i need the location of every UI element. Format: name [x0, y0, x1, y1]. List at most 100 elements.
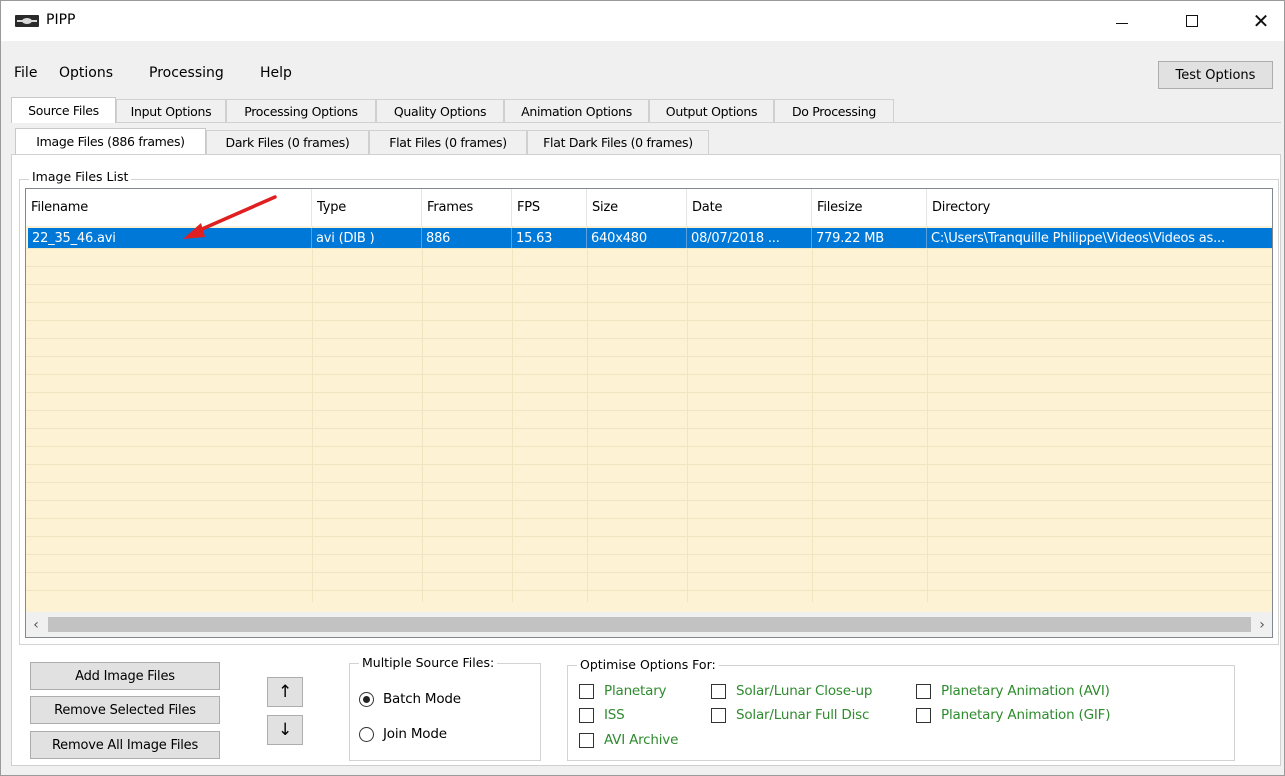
- column-size[interactable]: Size: [587, 189, 687, 226]
- test-options-button[interactable]: Test Options: [1158, 61, 1273, 89]
- row-gridline: [26, 464, 1272, 465]
- column-type[interactable]: Type: [312, 189, 422, 226]
- batch-mode-label: Batch Mode: [383, 691, 461, 707]
- move-up-button[interactable]: ↑: [267, 677, 303, 707]
- tab-image-files[interactable]: Image Files (886 frames): [15, 128, 206, 154]
- horizontal-scrollbar[interactable]: ‹ ›: [26, 612, 1272, 637]
- scroll-left-icon[interactable]: ‹: [26, 612, 46, 637]
- column-gridline: [422, 226, 423, 602]
- row-gridline: [26, 590, 1272, 591]
- maximize-button[interactable]: [1169, 1, 1215, 41]
- row-gridline: [26, 482, 1272, 483]
- planetary-checkbox[interactable]: Planetary: [579, 683, 667, 699]
- menu-processing[interactable]: Processing: [149, 65, 224, 81]
- row-gridline: [26, 554, 1272, 555]
- checkbox-icon: [579, 732, 594, 748]
- checkbox-icon: [916, 683, 931, 699]
- cell-directory: C:\Users\Tranquille Philippe\Videos\Vide…: [931, 230, 1225, 246]
- checkbox-icon: [711, 707, 726, 723]
- list-rows: [26, 226, 1272, 602]
- solar-lunar-full-disc-label: Solar/Lunar Full Disc: [736, 707, 870, 723]
- tab-do-processing[interactable]: Do Processing: [774, 99, 894, 123]
- close-button[interactable]: ✕: [1238, 1, 1284, 41]
- tab-quality-options[interactable]: Quality Options: [376, 99, 504, 123]
- menu-bar: File Options Processing Help: [1, 61, 1284, 89]
- tab-flat-dark-files[interactable]: Flat Dark Files (0 frames): [527, 130, 709, 154]
- iss-label: ISS: [604, 707, 625, 723]
- row-gridline: [26, 284, 1272, 285]
- menu-help[interactable]: Help: [260, 65, 292, 81]
- checkbox-icon: [579, 707, 594, 723]
- scrollbar-thumb[interactable]: [48, 617, 1251, 632]
- column-filesize[interactable]: Filesize: [812, 189, 927, 226]
- column-gridline: [687, 226, 688, 602]
- main-tab-row: Source Files Input Options Processing Op…: [11, 97, 1281, 123]
- row-gridline: [26, 410, 1272, 411]
- column-gridline: [512, 226, 513, 602]
- solar-lunar-closeup-checkbox[interactable]: Solar/Lunar Close-up: [711, 683, 872, 699]
- close-icon: ✕: [1252, 9, 1270, 33]
- tab-input-options[interactable]: Input Options: [116, 99, 226, 123]
- row-gridline: [26, 374, 1272, 375]
- cell-filesize: 779.22 MB: [812, 228, 927, 248]
- row-gridline: [26, 428, 1272, 429]
- image-files-listview[interactable]: Filename Type Frames FPS Size Date Files…: [25, 188, 1273, 638]
- tab-processing-options[interactable]: Processing Options: [226, 99, 376, 123]
- remove-selected-files-button[interactable]: Remove Selected Files: [30, 696, 220, 724]
- move-down-button[interactable]: ↓: [267, 715, 303, 745]
- title-bar[interactable]: PIPP ✕: [1, 1, 1284, 41]
- batch-mode-radio[interactable]: Batch Mode: [359, 691, 461, 707]
- cell-size: 640x480: [587, 228, 687, 248]
- row-gridline: [26, 320, 1272, 321]
- tab-animation-options[interactable]: Animation Options: [504, 99, 649, 123]
- tab-dark-files[interactable]: Dark Files (0 frames): [206, 130, 369, 154]
- planetary-animation-gif-label: Planetary Animation (GIF): [941, 707, 1111, 723]
- column-gridline: [927, 226, 928, 602]
- avi-archive-checkbox[interactable]: AVI Archive: [579, 732, 678, 748]
- cell-type: avi (DIB ): [312, 228, 422, 248]
- add-image-files-button[interactable]: Add Image Files: [30, 662, 220, 690]
- planetary-animation-avi-checkbox[interactable]: Planetary Animation (AVI): [916, 683, 1110, 699]
- maximize-icon: [1186, 15, 1198, 27]
- iss-checkbox[interactable]: ISS: [579, 707, 625, 723]
- row-gridline: [26, 392, 1272, 393]
- row-gridline: [26, 536, 1272, 537]
- join-mode-label: Join Mode: [383, 726, 447, 742]
- column-frames[interactable]: Frames: [422, 189, 512, 226]
- column-fps[interactable]: FPS: [512, 189, 587, 226]
- app-icon: [15, 15, 39, 27]
- minimize-button[interactable]: [1099, 1, 1145, 41]
- menu-options[interactable]: Options: [59, 65, 113, 81]
- row-gridline: [26, 356, 1272, 357]
- planetary-animation-gif-checkbox[interactable]: Planetary Animation (GIF): [916, 707, 1110, 723]
- cell-fps: 15.63: [512, 228, 587, 248]
- column-gridline: [812, 226, 813, 602]
- tab-flat-files[interactable]: Flat Files (0 frames): [369, 130, 527, 154]
- checkbox-icon: [579, 683, 594, 699]
- tab-output-options[interactable]: Output Options: [649, 99, 774, 123]
- column-gridline: [587, 226, 588, 602]
- multiple-source-files-title: Multiple Source Files:: [359, 655, 498, 670]
- row-gridline: [26, 302, 1272, 303]
- column-directory[interactable]: Directory: [927, 189, 1272, 226]
- cell-date: 08/07/2018 ...: [687, 228, 812, 248]
- radio-dot: [363, 695, 370, 703]
- checkbox-icon: [916, 707, 931, 723]
- row-gridline: [26, 266, 1272, 267]
- arrow-up-icon: ↑: [277, 682, 293, 702]
- cell-frames: 886: [422, 228, 512, 248]
- join-mode-radio[interactable]: Join Mode: [359, 726, 447, 742]
- tab-source-files[interactable]: Source Files: [11, 97, 116, 123]
- planetary-label: Planetary: [604, 683, 667, 699]
- row-gridline: [26, 446, 1272, 447]
- main-tab-divider: [116, 122, 1281, 123]
- row-gridline: [26, 500, 1272, 501]
- scroll-right-icon[interactable]: ›: [1252, 612, 1272, 637]
- multiple-source-files-group: [349, 663, 541, 761]
- row-gridline: [26, 248, 1272, 249]
- column-date[interactable]: Date: [687, 189, 812, 226]
- remove-all-image-files-button[interactable]: Remove All Image Files: [30, 731, 220, 759]
- menu-file[interactable]: File: [14, 65, 37, 81]
- solar-lunar-full-disc-checkbox[interactable]: Solar/Lunar Full Disc: [711, 707, 869, 723]
- planetary-animation-avi-label: Planetary Animation (AVI): [941, 683, 1110, 699]
